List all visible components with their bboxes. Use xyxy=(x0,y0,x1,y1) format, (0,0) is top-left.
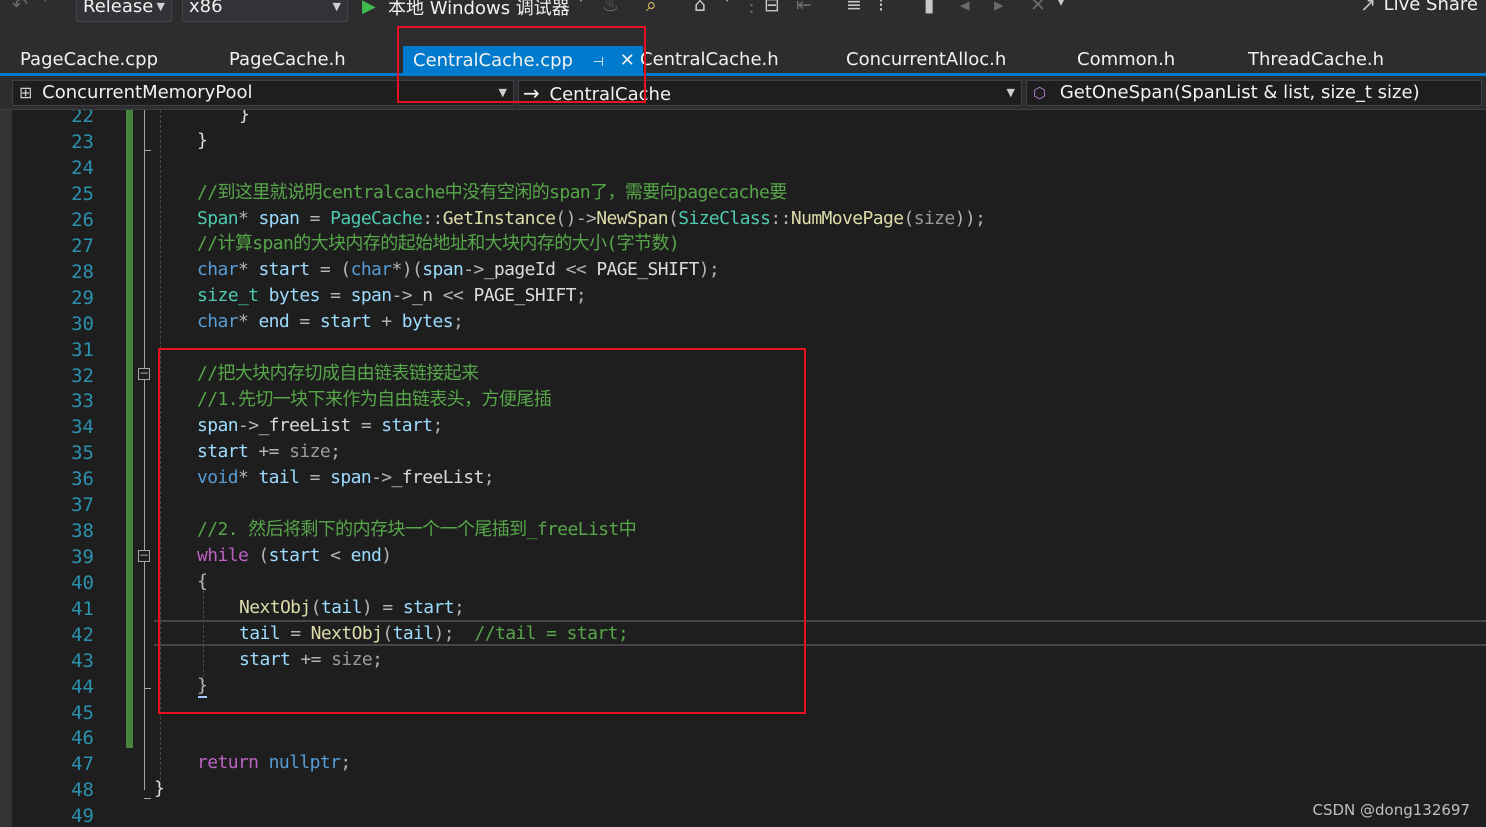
code-token: _pageId xyxy=(483,259,556,280)
run-dropdown-icon[interactable]: ▾ xyxy=(578,0,584,5)
code-token: char xyxy=(350,259,393,280)
next-bookmark-icon[interactable]: ▸ xyxy=(994,0,1004,16)
indent-icon[interactable]: ≡ xyxy=(846,0,862,16)
code-token: bytes xyxy=(268,285,321,306)
code-line: } xyxy=(154,776,165,802)
main-toolbar: ↶ ▾ Release ▼ x86 ▼ ▶ 本地 Windows 调试器 ▾ ♨… xyxy=(0,0,1486,40)
code-line: char* end = start + bytes; xyxy=(197,311,464,332)
tab-label: ConcurrentAlloc.h xyxy=(846,49,1007,70)
code-token: start xyxy=(319,311,372,332)
back-icon[interactable]: ↶ xyxy=(12,0,28,16)
code-line: Span* span = PageCache::GetInstance()->N… xyxy=(197,208,986,229)
live-share-button[interactable]: Live Share xyxy=(1384,0,1478,15)
platform-select[interactable]: x86 ▼ xyxy=(182,0,348,22)
code-token: span xyxy=(258,208,300,229)
start-debugging-button[interactable]: 本地 Windows 调试器 xyxy=(388,0,570,20)
tab-threadcache-h[interactable]: ThreadCache.h xyxy=(1248,46,1384,73)
annotation-highlight-box xyxy=(397,26,646,103)
configuration-select[interactable]: Release ▼ xyxy=(76,0,172,22)
document-tabs: PageCache.cpp PageCache.h CentralCache.c… xyxy=(0,40,1486,76)
tab-pagecache-cpp[interactable]: PageCache.cpp xyxy=(20,46,158,73)
code-token: PageCache xyxy=(330,208,423,229)
code-token: span xyxy=(422,259,464,280)
code-line: char* start = (char*)(span->_pageId << P… xyxy=(197,259,720,280)
code-token: } xyxy=(197,130,208,151)
code-token: return xyxy=(197,752,259,773)
tab-pagecache-h[interactable]: PageCache.h xyxy=(229,46,346,73)
code-token: size_t xyxy=(197,285,259,306)
annotation-highlight-box xyxy=(158,348,806,714)
code-line: size_t bytes = span->_n << PAGE_SHIFT; xyxy=(197,285,587,306)
code-token: } xyxy=(154,778,165,799)
tab-concurrentalloc-h[interactable]: ConcurrentAlloc.h xyxy=(846,46,1006,73)
code-line: } xyxy=(197,128,208,154)
platform-value: x86 xyxy=(189,0,223,17)
find-in-files-icon[interactable]: ⌕ xyxy=(646,0,657,16)
code-token: NewSpan xyxy=(596,208,668,229)
configuration-value: Release xyxy=(83,0,154,17)
bookmark-icon[interactable]: ▮ xyxy=(924,0,934,16)
code-token: size xyxy=(913,208,956,229)
code-token: nullptr xyxy=(268,752,341,773)
code-token: GetInstance xyxy=(442,208,556,229)
tab-label: Common.h xyxy=(1077,49,1176,70)
code-token: span xyxy=(350,285,393,306)
code-token: char xyxy=(197,311,239,332)
code-editor[interactable]: 22 23 24 25 26 27 28 29 30 31 32 33 34 3… xyxy=(0,110,1486,827)
tab-centralcache-h[interactable]: CentralCache.h xyxy=(640,46,779,73)
prev-bookmark-icon[interactable]: ◂ xyxy=(960,0,970,16)
code-line: } xyxy=(239,110,250,128)
comment-icon[interactable]: ⁝ xyxy=(878,0,884,16)
solution-explorer-icon[interactable]: ⊟ xyxy=(764,0,780,16)
play-icon[interactable]: ▶ xyxy=(362,0,376,17)
tab-common-h[interactable]: Common.h xyxy=(1077,46,1175,73)
hot-reload-icon[interactable]: ♨ xyxy=(602,0,619,16)
member-name: GetOneSpan(SpanList & list, size_t size) xyxy=(1059,82,1420,103)
code-comment: //计算span的大块内存的起始地址和大块内存的大小(字节数) xyxy=(197,233,680,254)
watermark: CSDN @dong132697 xyxy=(1312,801,1470,819)
chevron-down-icon: ▼ xyxy=(156,0,165,13)
tab-label: ThreadCache.h xyxy=(1248,49,1385,70)
toolbar-overflow-icon[interactable]: ▾ xyxy=(1058,0,1064,9)
code-line: return nullptr; xyxy=(197,752,351,773)
chevron-down-icon: ▼ xyxy=(1006,86,1015,99)
project-icon: ⊞ xyxy=(19,83,33,102)
home-icon[interactable]: ⌂ xyxy=(694,0,706,16)
outdent-icon[interactable]: ⇤ xyxy=(796,0,812,16)
code-line: //计算span的大块内存的起始地址和大块内存的大小(字节数) xyxy=(197,231,680,257)
tab-label: PageCache.cpp xyxy=(20,49,159,70)
code-line: //到这里就说明centralcache中没有空闲的span了，需要向pagec… xyxy=(197,180,787,206)
code-comment: //到这里就说明centralcache中没有空闲的span了，需要向pagec… xyxy=(197,182,787,203)
member-dropdown[interactable]: ⬡ GetOneSpan(SpanList & list, size_t siz… xyxy=(1026,80,1482,106)
clear-bookmarks-icon[interactable]: ✕ xyxy=(1030,0,1046,16)
code-token: SizeClass xyxy=(678,208,771,229)
back-dropdown-icon[interactable]: ▾ xyxy=(42,0,48,5)
code-token: } xyxy=(239,110,250,125)
code-token: Span xyxy=(197,208,239,229)
code-token: NumMovePage xyxy=(790,208,904,229)
chevron-down-icon: ▼ xyxy=(332,0,341,13)
step-icon[interactable]: ⋮ xyxy=(742,0,761,16)
method-icon: ⬡ xyxy=(1033,84,1047,102)
live-share-icon[interactable]: ↗ xyxy=(1360,0,1376,16)
tab-label: CentralCache.h xyxy=(640,49,779,70)
code-token: end xyxy=(258,311,290,332)
home-dropdown-icon[interactable]: ▾ xyxy=(724,0,730,5)
project-name: ConcurrentMemoryPool xyxy=(42,82,253,103)
navigation-bar: ⊞ ConcurrentMemoryPool ▼ → CentralCache … xyxy=(0,76,1486,110)
code-token: PAGE_SHIFT xyxy=(473,285,576,306)
code-token: char xyxy=(197,259,239,280)
code-token: PAGE_SHIFT xyxy=(596,259,699,280)
code-token: bytes xyxy=(401,311,454,332)
code-token: start xyxy=(258,259,310,280)
tab-label: PageCache.h xyxy=(229,49,346,70)
code-token: _n xyxy=(412,285,433,306)
